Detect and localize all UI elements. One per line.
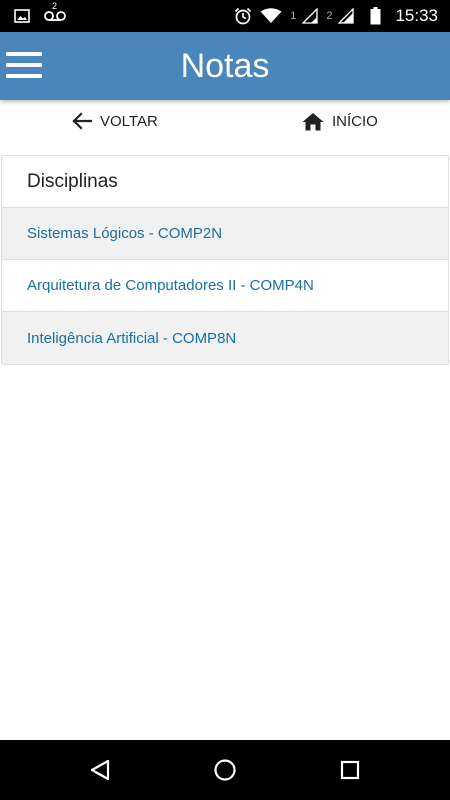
disciplinas-panel: Disciplinas Sistemas Lógicos - COMP2N Ar…	[1, 155, 449, 365]
battery-icon	[370, 7, 381, 25]
voicemail-icon: 2	[44, 1, 66, 22]
signal-icon	[338, 8, 355, 24]
list-item[interactable]: Inteligência Artificial - COMP8N	[2, 312, 448, 364]
status-bar: 2 1 2 15:33	[0, 0, 450, 32]
status-left: 2	[14, 1, 66, 23]
page-title: Notas	[180, 46, 270, 85]
status-right: 1 2 15:33	[234, 6, 438, 26]
list-item[interactable]: Arquitetura de Computadores II - COMP4N	[2, 260, 448, 312]
signal-icon	[302, 8, 318, 24]
back-button[interactable]: VOLTAR	[72, 112, 158, 130]
voicemail-count: 2	[52, 1, 58, 11]
back-triangle-icon[interactable]	[86, 756, 114, 784]
recents-square-icon[interactable]	[336, 756, 364, 784]
panel-heading: Disciplinas	[2, 156, 448, 208]
status-time: 15:33	[395, 6, 438, 25]
alarm-icon	[234, 7, 252, 25]
home-button-label: INÍCIO	[332, 113, 378, 130]
home-button[interactable]: INÍCIO	[302, 112, 378, 131]
back-button-label: VOLTAR	[100, 112, 158, 130]
system-nav-bar	[0, 740, 450, 800]
sim2-label: 2	[326, 10, 333, 22]
home-icon	[302, 112, 324, 131]
wifi-icon	[260, 8, 282, 24]
nav-row: VOLTAR INÍCIO	[0, 100, 450, 150]
list-item[interactable]: Sistemas Lógicos - COMP2N	[2, 208, 448, 260]
arrow-left-icon	[72, 112, 92, 130]
app-bar: Notas	[0, 32, 450, 100]
home-circle-icon[interactable]	[211, 756, 239, 784]
sim1-label: 1	[290, 10, 297, 22]
hamburger-menu-icon[interactable]	[6, 46, 44, 84]
image-icon	[14, 9, 30, 23]
